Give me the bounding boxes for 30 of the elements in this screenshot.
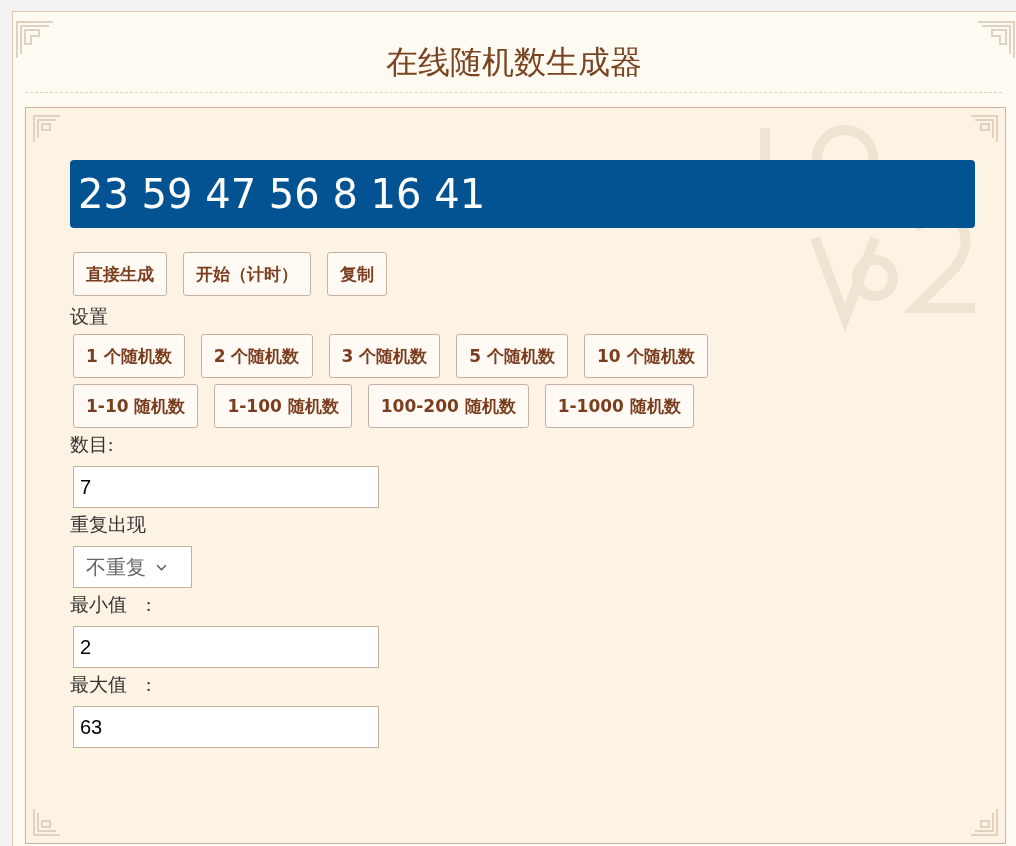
preset-button[interactable]: 1-10 随机数 <box>73 384 199 428</box>
corner-ornament-icon <box>32 807 62 837</box>
field-label: 数目: <box>70 434 114 456</box>
corner-ornament-icon <box>976 20 1016 60</box>
input-field[interactable]: 7 <box>73 466 379 508</box>
input-field[interactable]: 63 <box>73 706 379 748</box>
page-title: 在线随机数生成器 <box>25 12 1002 93</box>
action-button[interactable]: 直接生成 <box>73 252 167 296</box>
corner-ornament-icon <box>969 807 999 837</box>
result-display: 23 59 47 56 8 16 41 <box>70 160 975 228</box>
chevron-down-icon <box>156 563 167 571</box>
preset-button[interactable]: 1 个随机数 <box>73 334 185 378</box>
preset-button[interactable]: 1-100 随机数 <box>214 384 352 428</box>
dropdown[interactable]: 不重复 <box>73 546 192 588</box>
corner-ornament-icon <box>15 20 55 60</box>
corner-ornament-icon <box>32 114 62 144</box>
corner-ornament-icon <box>969 114 999 144</box>
field-label: 最大值 : <box>70 674 152 696</box>
preset-button[interactable]: 1-1000 随机数 <box>544 384 694 428</box>
action-button[interactable]: 复制 <box>327 252 387 296</box>
settings-label: 设置 <box>70 306 108 328</box>
preset-button[interactable]: 10 个随机数 <box>584 334 708 378</box>
field-label: 重复出现 <box>70 514 146 536</box>
field-label: 最小值 : <box>70 594 152 616</box>
input-field[interactable]: 2 <box>73 626 379 668</box>
preset-button[interactable]: 5 个随机数 <box>456 334 568 378</box>
preset-button[interactable]: 100-200 随机数 <box>367 384 529 428</box>
action-button[interactable]: 开始（计时） <box>183 252 311 296</box>
preset-button[interactable]: 2 个随机数 <box>200 334 313 378</box>
preset-button[interactable]: 3 个随机数 <box>328 334 441 378</box>
